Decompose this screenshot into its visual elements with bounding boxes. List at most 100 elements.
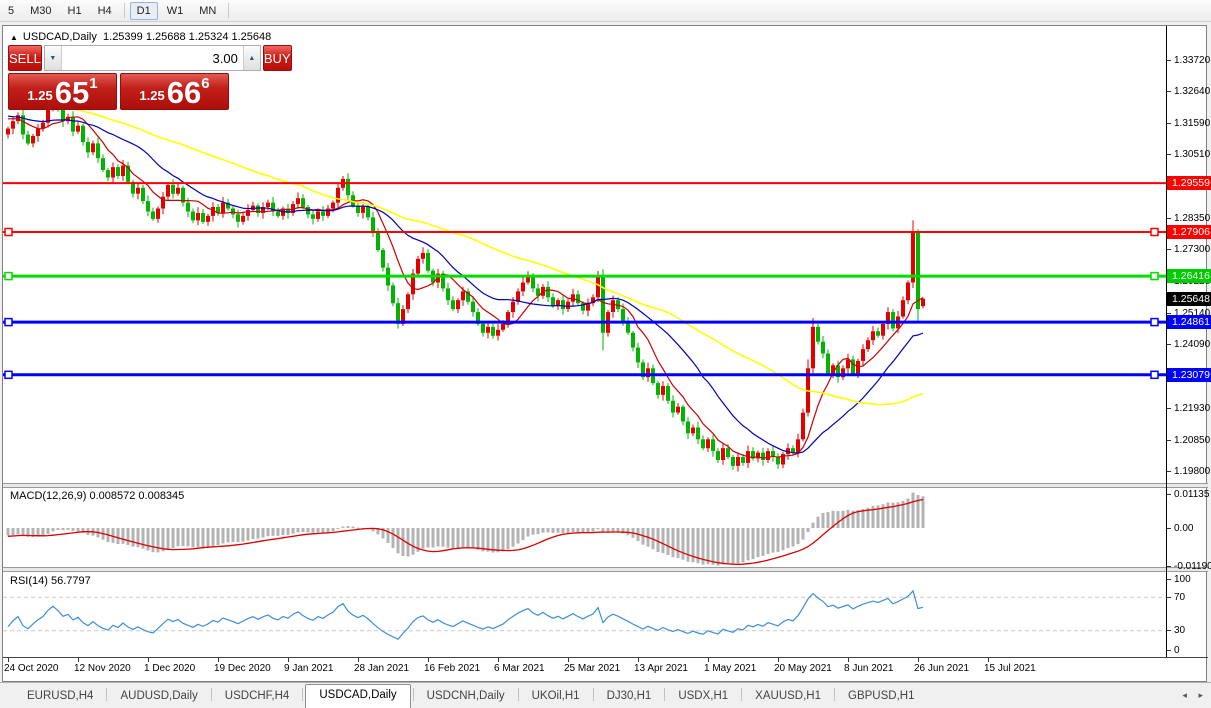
price-axis-tick: 1.19800 [1167,466,1210,478]
date-tick [78,658,79,662]
rsi-canvas[interactable] [3,572,1166,657]
one-click-trading-panel: SELL ▼ ▲ BUY 1.25 65 1 1.25 66 6 [8,45,292,110]
volume-spinner: ▼ ▲ [43,45,261,71]
date-label: 1 Dec 2020 [144,663,196,674]
timeframe-h1[interactable]: H1 [61,2,89,20]
horizontal-line-1.27906[interactable] [3,227,1166,237]
volume-decrease-button[interactable]: ▼ [44,46,62,70]
timeframe-toolbar: 5 M30 H1 H4 D1 W1 MN [0,0,1211,22]
tab-usdcad-daily[interactable]: USDCAD,Daily [305,684,411,708]
date-tick [498,658,499,662]
price-tag-1.25648: 1.25648 [1167,291,1211,306]
date-tick [148,658,149,662]
tab-eurusd-h4[interactable]: EURUSD,H4 [14,686,106,708]
macd-axis-tick: 0.01135 [1167,488,1209,500]
date-tick [568,658,569,662]
toolbar-separator [228,3,230,18]
date-label: 20 May 2021 [774,663,832,674]
date-label: 9 Jan 2021 [284,663,334,674]
tab-gbpusd-h1[interactable]: GBPUSD,H1 [835,686,927,708]
price-tag-1.27906: 1.27906 [1167,225,1211,239]
buy-price-big: 66 [166,75,202,110]
date-tick [288,658,289,662]
price-axis-tick: 1.31590 [1167,117,1210,129]
date-tick [638,658,639,662]
tab-scroll-left-icon[interactable]: ◂ [1182,690,1187,700]
date-label: 6 Mar 2021 [494,663,545,674]
buy-price-prefix: 1.25 [139,88,165,103]
tab-scroll-right-icon[interactable]: ▸ [1198,690,1203,700]
date-label: 15 Jul 2021 [984,663,1036,674]
date-label: 26 Jun 2021 [914,663,970,674]
timeframe-d1[interactable]: D1 [129,1,158,20]
date-tick [848,658,849,662]
volume-input[interactable] [61,46,243,70]
date-label: 24 Oct 2020 [4,663,59,674]
macd-signal-line [7,498,924,565]
macd-label: MACD(12,26,9) 0.008572 0.008345 [10,490,185,502]
horizontal-line-1.24861[interactable] [3,317,1166,327]
price-axis-tick: 1.28350 [1167,213,1210,225]
price-axis-tick: 1.27300 [1167,244,1210,256]
timeframe-w1[interactable]: W1 [160,2,191,20]
timeframe-h4[interactable]: H4 [91,2,119,20]
tab-usdcnh-daily[interactable]: USDCNH,Daily [414,686,518,708]
date-label: 19 Dec 2020 [214,663,271,674]
date-tick [8,658,9,662]
sell-button[interactable]: SELL [8,45,42,71]
price-axis-tick: 1.21930 [1167,403,1210,415]
date-label: 12 Nov 2020 [74,663,131,674]
date-label: 16 Feb 2021 [424,663,481,674]
buy-price-button[interactable]: 1.25 66 6 [120,73,229,110]
tab-usdchf-h4[interactable]: USDCHF,H4 [212,686,303,708]
tab-dj30-h1[interactable]: DJ30,H1 [594,686,665,708]
date-tick [988,658,989,662]
price-tag-1.26416: 1.26416 [1167,269,1211,284]
date-axis-border [3,657,1208,658]
timeframe-mn[interactable]: MN [192,2,223,20]
chart-tab-bar: EURUSD,H4 AUDUSD,Daily USDCHF,H4 USDCAD,Dai… [0,682,1211,708]
date-tick [428,658,429,662]
sell-price-prefix: 1.25 [27,88,53,103]
timeframe-5[interactable]: 5 [1,2,21,20]
mt4-terminal: 5 M30 H1 H4 D1 W1 MN ▲ USDCAD,Daily 1.25399 1.2… [0,0,1211,708]
rsi-line [7,589,924,641]
tab-xauusd-h1[interactable]: XAUUSD,H1 [742,686,834,708]
tab-ukoil-h1[interactable]: UKOil,H1 [519,686,593,708]
date-label: 28 Jan 2021 [354,663,410,674]
date-label: 1 May 2021 [704,663,757,674]
rsi-label: RSI(14) 56.7797 [10,575,91,587]
price-axis-tick: 1.24090 [1167,339,1210,351]
toolbar-separator [123,3,125,18]
rsi-axis-tick: 100 [1167,573,1191,585]
buy-price-sup: 6 [201,75,210,92]
tab-audusd-daily[interactable]: AUDUSD,Daily [107,686,210,708]
rsi-axis-tick: 70 [1167,591,1185,603]
date-tick [918,658,919,662]
horizontal-line-1.23079[interactable] [3,370,1166,380]
volume-increase-button[interactable]: ▲ [242,46,260,70]
date-label: 25 Mar 2021 [564,663,621,674]
tab-usdx-h1[interactable]: USDX,H1 [665,686,741,708]
price-axis-tick: 1.30510 [1167,149,1210,161]
date-label: 13 Apr 2021 [634,663,688,674]
sell-price-big: 65 [54,75,90,110]
macd-axis-tick: -0.011904 [1167,560,1211,572]
horizontal-line-1.26416[interactable] [3,271,1166,281]
price-tag-1.24861: 1.24861 [1167,315,1211,330]
rsi-axis-tick: 30 [1167,625,1185,637]
buy-button[interactable]: BUY [262,45,292,71]
date-tick [358,658,359,662]
rsi-axis-tick: 0 [1167,644,1180,656]
sell-price-sup: 1 [89,75,98,92]
date-tick [778,658,779,662]
price-axis-tick: 1.20850 [1167,435,1210,447]
sell-price-button[interactable]: 1.25 65 1 [8,73,117,110]
date-tick [708,658,709,662]
tab-scroll-arrows: ◂ ▸ [1173,690,1203,701]
date-tick [218,658,219,662]
macd-axis-tick: 0.00 [1167,522,1193,534]
date-label: 8 Jun 2021 [844,663,894,674]
price-tag-1.23079: 1.23079 [1167,367,1211,382]
timeframe-m30[interactable]: M30 [23,2,58,20]
